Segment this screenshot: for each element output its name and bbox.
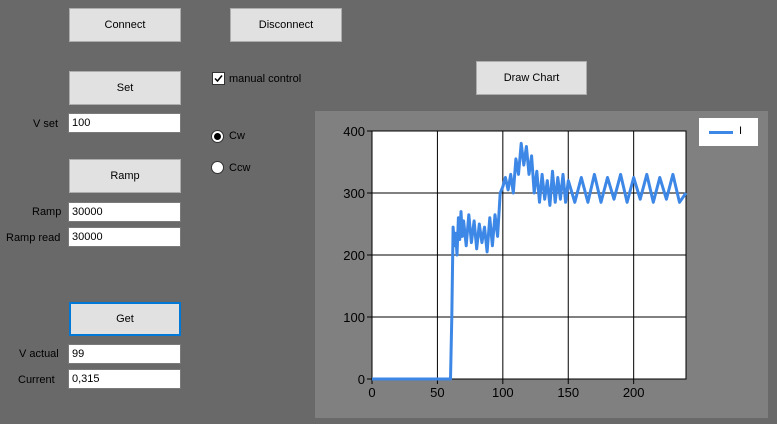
- set-button[interactable]: Set: [69, 71, 181, 105]
- v-set-input[interactable]: 100: [68, 113, 181, 133]
- x-tick-label: 150: [557, 385, 579, 400]
- legend-label: I: [739, 125, 743, 137]
- v-set-label: V set: [33, 118, 59, 130]
- legend-swatch: [709, 131, 733, 134]
- checkmark-icon: [214, 75, 223, 83]
- ramp-button[interactable]: Ramp: [69, 159, 181, 193]
- connect-button[interactable]: Connect: [69, 8, 181, 42]
- cw-radio[interactable]: [211, 130, 224, 143]
- x-tick-label: 100: [492, 385, 514, 400]
- ramp-read-input[interactable]: 30000: [68, 227, 181, 247]
- y-tick-label: 200: [343, 248, 365, 263]
- chart-panel: 0 50 100 150 200 0 100 200 300 400 I: [315, 111, 768, 418]
- manual-control-label: manual control: [229, 73, 302, 85]
- cw-label: Cw: [229, 130, 245, 142]
- v-actual-label: V actual: [19, 348, 59, 360]
- ramp-read-label: Ramp read: [6, 232, 61, 244]
- current-input[interactable]: 0,315: [68, 369, 181, 389]
- ramp-input[interactable]: 30000: [68, 202, 181, 222]
- get-button[interactable]: Get: [69, 302, 181, 336]
- manual-control-checkbox[interactable]: [212, 72, 225, 85]
- y-tick-label: 100: [343, 310, 365, 325]
- ramp-label: Ramp: [32, 206, 62, 218]
- y-tick-label: 300: [343, 186, 365, 201]
- disconnect-button[interactable]: Disconnect: [230, 8, 342, 42]
- ccw-label: Ccw: [229, 162, 251, 174]
- y-tick-label: 0: [358, 372, 365, 387]
- x-tick-label: 0: [368, 385, 375, 400]
- current-label: Current: [18, 374, 55, 386]
- line-chart: 0 50 100 150 200 0 100 200 300 400: [343, 124, 688, 400]
- x-tick-label: 200: [623, 385, 645, 400]
- y-tick-label: 400: [343, 124, 365, 139]
- v-actual-input[interactable]: 99: [68, 344, 181, 364]
- ccw-radio[interactable]: [211, 161, 224, 174]
- draw-chart-button[interactable]: Draw Chart: [476, 61, 587, 95]
- chart-legend: I: [699, 118, 758, 146]
- x-tick-label: 50: [430, 385, 444, 400]
